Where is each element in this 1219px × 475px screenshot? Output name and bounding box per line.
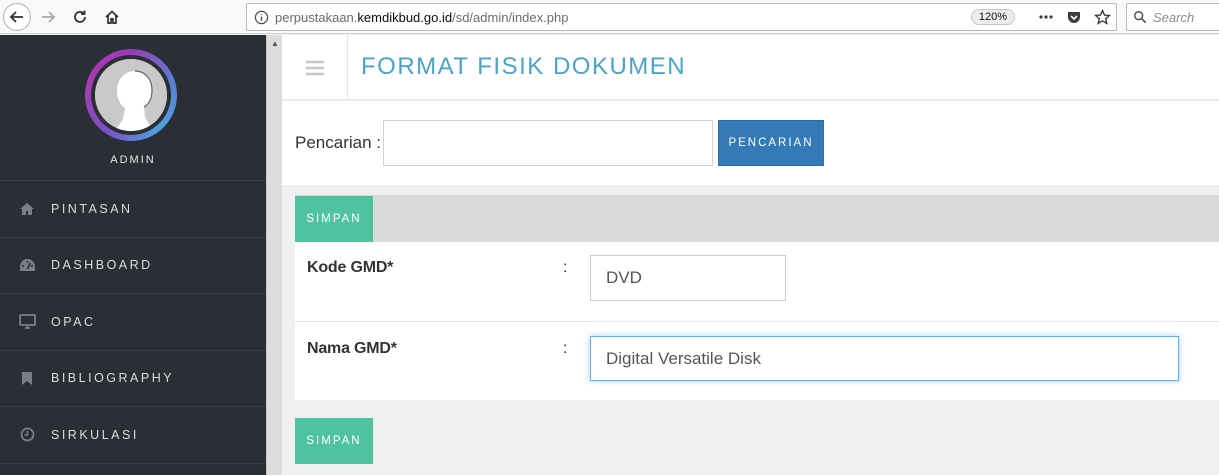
search-label: Pencarian : [295, 133, 381, 152]
save-button-bottom[interactable]: SIMPAN [295, 418, 373, 464]
form-row-kode: Kode GMD* : DVD [295, 242, 1219, 322]
gmd-form: SIMPAN Kode GMD* : DVD Nama GMD* : Digit… [295, 195, 1219, 400]
dashboard-icon [18, 256, 36, 274]
avatar[interactable] [95, 59, 167, 131]
sidebar-item-label: SIRKULASI [51, 427, 139, 442]
field-colon: : [563, 340, 568, 357]
sidebar-item-pintasan[interactable]: PINTASAN [0, 181, 266, 238]
sidebar-item-dashboard[interactable]: DASHBOARD [0, 237, 266, 294]
forward-button[interactable] [34, 3, 62, 31]
kode-gmd-input[interactable]: DVD [590, 255, 786, 301]
search-panel: Pencarian : PENCARIAN [282, 101, 1219, 185]
pocket-icon[interactable] [1060, 9, 1088, 25]
sidebar-item-label: DASHBOARD [51, 258, 153, 273]
sidebar-item-label: BIBLIOGRAPHY [51, 371, 175, 386]
main-content: FORMAT FISIK DOKUMEN Pencarian : PENCARI… [282, 35, 1219, 475]
browser-toolbar: perpustakaan.kemdikbud.go.id/sd/admin/in… [0, 0, 1219, 34]
url-path: /sd/admin/index.php [452, 9, 569, 25]
url-prefix: perpustakaan. [275, 9, 358, 25]
form-row-nama: Nama GMD* : Digital Versatile Disk [295, 323, 1219, 400]
bookmark-icon [18, 369, 36, 387]
menu-toggle-button[interactable] [282, 35, 348, 100]
home-icon [105, 10, 119, 24]
nama-gmd-input[interactable]: Digital Versatile Disk [590, 336, 1179, 381]
hamburger-icon [305, 60, 324, 75]
arrow-right-icon [42, 11, 56, 23]
url-bar[interactable]: perpustakaan.kemdikbud.go.id/sd/admin/in… [246, 3, 1117, 31]
nama-gmd-label: Nama GMD* [307, 340, 397, 357]
monitor-icon [18, 313, 36, 331]
sidebar: ADMIN PINTASAN DASHBOARD OPAC BIBLIOGRAP… [0, 35, 266, 475]
avatar-ring [85, 49, 177, 141]
form-toolbar: SIMPAN [295, 195, 1219, 242]
save-button-top[interactable]: SIMPAN [295, 196, 373, 242]
home-button[interactable] [98, 3, 126, 31]
more-actions-icon[interactable] [1032, 9, 1060, 25]
search-icon [1134, 11, 1147, 24]
clock-icon [18, 426, 36, 444]
info-icon[interactable] [247, 10, 275, 25]
zoom-badge[interactable]: 120% [970, 9, 1015, 25]
arrow-left-icon [9, 11, 23, 23]
page-title: FORMAT FISIK DOKUMEN [361, 53, 687, 80]
url-text[interactable]: perpustakaan.kemdikbud.go.id/sd/admin/in… [275, 10, 971, 25]
url-domain: kemdikbud.go.id [357, 9, 453, 25]
bookmark-star-icon[interactable] [1088, 8, 1116, 26]
admin-label: ADMIN [110, 154, 156, 166]
reload-button[interactable] [66, 3, 94, 31]
sidebar-scrollbar[interactable]: ▲ [266, 35, 282, 475]
profile-panel: ADMIN [0, 35, 266, 181]
page-header: FORMAT FISIK DOKUMEN [282, 35, 1219, 100]
search-placeholder: Search [1153, 9, 1195, 25]
field-colon: : [563, 259, 568, 276]
search-input[interactable] [383, 120, 713, 166]
sidebar-item-opac[interactable]: OPAC [0, 294, 266, 351]
home-icon [18, 200, 36, 218]
scroll-up-icon[interactable]: ▲ [267, 35, 283, 51]
sidebar-item-bibliography[interactable]: BIBLIOGRAPHY [0, 350, 266, 407]
sidebar-item-label: OPAC [51, 314, 96, 329]
search-button[interactable]: PENCARIAN [718, 120, 824, 166]
reload-icon [74, 10, 86, 23]
kode-gmd-label: Kode GMD* [307, 259, 394, 276]
browser-search-box[interactable]: Search [1126, 3, 1219, 31]
sidebar-item-label: PINTASAN [51, 201, 133, 216]
user-silhouette-icon [95, 59, 167, 131]
back-button[interactable] [3, 3, 31, 31]
sidebar-item-sirkulasi[interactable]: SIRKULASI [0, 407, 266, 464]
